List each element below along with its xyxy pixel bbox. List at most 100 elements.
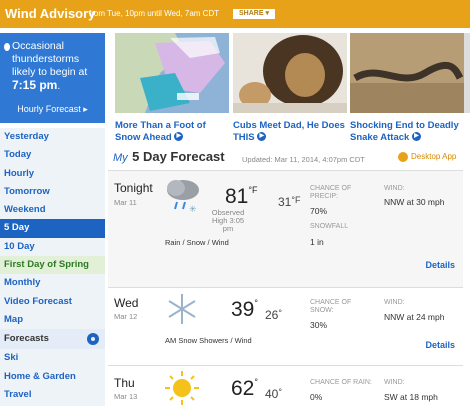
wind-label: WIND: <box>384 299 405 306</box>
wind-advisory-banner[interactable]: Wind Advisory from Tue, 10pm until Wed, … <box>0 0 470 28</box>
advisory-time: from Tue, 10pm until Wed, 7am CDT <box>89 9 220 18</box>
nav-weekend[interactable]: Weekend <box>0 201 105 219</box>
sun-icon <box>165 371 199 405</box>
day-date: Mar 12 <box>114 312 138 321</box>
high-unit: ° <box>254 377 258 387</box>
promo-snake-text: Shocking End to Deadly Snake Attack <box>350 120 459 143</box>
share-button[interactable]: SHARE ▾ <box>233 9 275 19</box>
weather-description: AM Snow Showers / Wind <box>165 336 252 345</box>
advisory-title: Wind Advisory <box>5 6 96 21</box>
promo-card-snake[interactable]: Shocking End to Deadly Snake Attack ▶ <box>350 33 464 143</box>
nav-first-day-of-spring[interactable]: First Day of Spring <box>0 256 105 275</box>
promo-caption-snake[interactable]: Shocking End to Deadly Snake Attack ▶ <box>350 120 464 143</box>
forecast-title: 5 Day Forecast <box>132 149 225 164</box>
wind-label: WIND: <box>384 379 405 386</box>
snake-image <box>350 33 464 113</box>
promo-caption-snow[interactable]: More Than a Foot of Snow Ahead ▶ <box>115 120 229 143</box>
updated-time: Updated: Mar 11, 2014, 4:07pm CDT <box>242 155 365 164</box>
low-temp: 31°F <box>278 195 300 209</box>
nav-ski[interactable]: Ski <box>0 349 105 367</box>
low-value: 31 <box>278 195 292 209</box>
alert-text: Occasional thunderstorms likely to begin… <box>12 40 88 92</box>
desktop-app-link[interactable]: Desktop App <box>398 152 456 162</box>
high-value: 39 <box>231 298 255 321</box>
day-name: Thu <box>114 376 135 390</box>
details-link[interactable]: Details <box>425 260 455 270</box>
precip-value: 30% <box>310 320 328 330</box>
forecasts-section-header: Forecasts <box>0 329 105 350</box>
precip-label: CHANCE OF PRECIP: <box>310 185 352 200</box>
nav-5day[interactable]: 5 Day <box>0 219 105 238</box>
lion-cub-image <box>233 33 347 113</box>
alert-message: Occasional thunderstorms likely to begin… <box>12 40 88 78</box>
high-value: 62 <box>231 377 255 400</box>
wind-value: NNW at 24 mph <box>384 312 445 322</box>
high-unit: °F <box>248 185 258 195</box>
low-unit: ° <box>278 387 282 397</box>
alert-time: 7:15 pm <box>12 78 58 92</box>
promo-cubs-text: Cubs Meet Dad, He Does THIS <box>233 120 345 143</box>
low-value: 40 <box>265 387 279 401</box>
low-temp: 26° <box>265 308 282 322</box>
snowfall-value: 1 in <box>310 237 324 247</box>
promo-caption-cubs[interactable]: Cubs Meet Dad, He Does THIS ▶ <box>233 120 347 143</box>
snowflake-icon <box>168 294 196 324</box>
precip-value: 70% <box>310 206 328 216</box>
play-arrow-icon: ▶ <box>257 132 267 142</box>
desktop-app-icon <box>398 152 408 162</box>
day-name: Tonight <box>114 181 153 195</box>
promo-card-snow[interactable]: More Than a Foot of Snow Ahead ▶ <box>115 33 229 143</box>
forecast-header: My 5 Day Forecast <box>113 148 225 166</box>
forecasts-label: Forecasts <box>4 333 49 345</box>
nav-video-forecast[interactable]: Video Forecast <box>0 293 105 311</box>
promo-snow-text: More Than a Foot of Snow Ahead <box>115 120 206 143</box>
play-arrow-icon: ▶ <box>174 132 184 142</box>
snow-map-image <box>115 33 229 113</box>
forecast-row-wed: Wed Mar 12 39° 26° CHANCE OF SNOW: 30% W… <box>108 287 463 360</box>
gear-icon[interactable] <box>87 333 99 346</box>
day-date: Mar 11 <box>114 198 137 207</box>
high-temp: 81°F <box>225 185 257 209</box>
forecast-nav: Yesterday Today Hourly Tomorrow Weekend … <box>0 128 105 404</box>
precip-value: 0% <box>310 392 323 402</box>
hourly-forecast-link[interactable]: Hourly Forecast ▸ <box>0 104 105 115</box>
low-value: 26 <box>265 308 279 322</box>
high-unit: ° <box>254 298 258 308</box>
carousel-scrollbar[interactable] <box>464 33 470 113</box>
high-temp: 39° <box>231 298 258 322</box>
raindrop-icon <box>4 43 10 51</box>
high-value: 81 <box>225 185 249 208</box>
weather-description: Rain / Snow / Wind <box>165 238 229 247</box>
low-unit: ° <box>278 308 282 318</box>
nav-map[interactable]: Map <box>0 311 105 329</box>
day-name: Wed <box>114 296 139 310</box>
nav-hourly[interactable]: Hourly <box>0 165 105 183</box>
details-link[interactable]: Details <box>425 340 455 350</box>
low-unit: °F <box>291 195 301 205</box>
rain-snow-icon: ✳ <box>167 180 199 214</box>
storm-alert[interactable]: Occasional thunderstorms likely to begin… <box>0 33 105 123</box>
nav-10day[interactable]: 10 Day <box>0 238 105 256</box>
promo-card-cubs[interactable]: Cubs Meet Dad, He Does THIS ▶ <box>233 33 347 143</box>
my-label: My <box>113 152 128 164</box>
high-temp: 62° <box>231 377 258 401</box>
desktop-app-label: Desktop App <box>411 152 457 162</box>
day-date: Mar 13 <box>114 392 138 401</box>
low-temp: 40° <box>265 387 282 401</box>
forecast-row-thu: Thu Mar 13 62° 40° CHANCE OF RAIN: 0% WI… <box>108 365 463 407</box>
wind-value: NNW at 30 mph <box>384 197 445 207</box>
precip-label: CHANCE OF RAIN: <box>310 379 372 386</box>
nav-yesterday[interactable]: Yesterday <box>0 128 105 146</box>
nav-travel[interactable]: Travel <box>0 386 105 404</box>
wind-label: WIND: <box>384 185 405 192</box>
precip-label: CHANCE OF SNOW: <box>310 299 352 314</box>
forecast-row-tonight: Tonight Mar 11 ✳ 81°F 31°F Observed High… <box>108 170 463 288</box>
nav-tomorrow[interactable]: Tomorrow <box>0 183 105 201</box>
snowfall-label: SNOWFALL <box>310 223 349 230</box>
svg-text:✳: ✳ <box>189 205 197 214</box>
nav-home-garden[interactable]: Home & Garden <box>0 368 105 386</box>
nav-monthly[interactable]: Monthly <box>0 274 105 292</box>
observed-high: Observed High 3:05 pm <box>211 208 245 233</box>
wind-value: SW at 18 mph <box>384 392 438 402</box>
nav-today[interactable]: Today <box>0 146 105 164</box>
